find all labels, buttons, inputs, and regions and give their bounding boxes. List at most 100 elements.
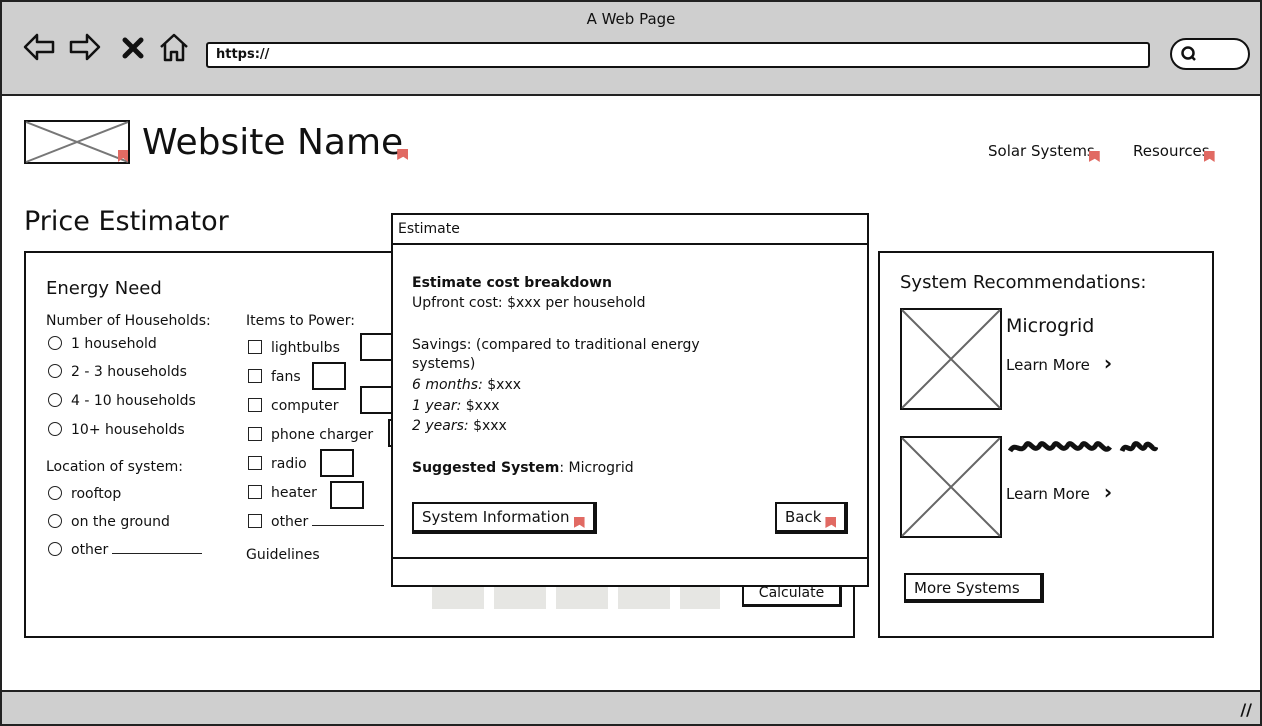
radio-10-plus-households[interactable]: 10+ households [48,422,185,438]
nav-link-text: Resources [1133,142,1210,160]
radio-1-household[interactable]: 1 household [48,336,157,352]
close-x-icon[interactable] [120,32,146,62]
computer-quantity-input[interactable] [360,386,394,414]
checkbox-label: fans [271,369,301,385]
savings-value: $xxx [465,398,500,414]
suggested-label: Suggested System [412,460,560,476]
lightbulbs-quantity-input[interactable] [360,333,394,361]
modal-title: Estimate [393,215,867,245]
resize-grip-icon[interactable]: // [1240,700,1252,719]
checkbox-label: other [271,514,309,530]
radio-4-10-households[interactable]: 4 - 10 households [48,393,196,409]
radio-label: 2 - 3 households [71,364,187,380]
rec-name-microgrid: Microgrid [1006,315,1095,337]
checkbox-square-icon [248,427,262,441]
system-information-button[interactable]: System Information [412,502,597,534]
learn-more-link-2[interactable]: Learn More › [1006,480,1112,504]
modal-footer-divider [393,557,867,559]
checkbox-phone-charger[interactable]: phone charger [248,427,373,443]
savings-line-1: Savings: (compared to traditional energy [412,337,700,353]
button-label: Back [785,508,822,526]
checkbox-label: lightbulbs [271,340,340,356]
back-button[interactable]: Back [775,502,849,534]
link-flag-icon [825,517,837,528]
location-label: Location of system: [46,459,183,475]
suggested-value: : Microgrid [559,460,634,476]
radio-circle-icon [48,486,62,500]
radio-circle-icon [48,542,62,556]
browser-toolbar: A Web Page https:// [2,2,1260,96]
checkbox-square-icon [248,514,262,528]
radio-circle-icon [48,336,62,350]
households-label: Number of Households: [46,313,211,329]
radio-quantity-input[interactable] [320,449,354,477]
more-systems-button[interactable]: More Systems [904,573,1044,603]
checkbox-radio[interactable]: radio [248,456,307,472]
nav-link-solar-systems[interactable]: Solar Systems [988,142,1100,162]
browser-window: A Web Page https:// Website Name Solar S… [0,0,1262,726]
energy-need-title: Energy Need [46,278,162,299]
checkbox-item-other[interactable]: other [248,514,385,530]
chevron-right-icon: › [1103,351,1113,375]
heater-quantity-input[interactable] [330,481,364,509]
savings-value: $xxx [487,377,522,393]
savings-period: 2 years: [412,418,469,434]
savings-period: 6 months: [412,377,483,393]
learn-more-link-1[interactable]: Learn More › [1006,351,1112,375]
link-flag-icon [573,517,585,528]
checkbox-square-icon [248,456,262,470]
checkbox-label: phone charger [271,427,374,443]
search-icon [1181,46,1196,61]
window-title: A Web Page [586,10,676,28]
home-icon[interactable] [158,32,190,62]
site-logo-image [24,120,130,164]
radio-circle-icon [48,364,62,378]
upfront-cost-text: Upfront cost: $xxx per household [412,295,646,311]
radio-circle-icon [48,514,62,528]
nav-link-text: Solar Systems [988,142,1095,160]
recommendations-title: System Recommendations: [900,272,1147,293]
url-input[interactable]: https:// [206,42,1150,68]
checkbox-fans[interactable]: fans [248,369,301,385]
radio-label: 1 household [71,336,157,352]
checkbox-heater[interactable]: heater [248,485,317,501]
microgrid-image [900,308,1002,410]
radio-location-other[interactable]: other [48,542,203,558]
forward-arrow-icon[interactable] [68,32,102,62]
savings-6-months: 6 months: $xxx [412,375,521,395]
radio-label: on the ground [71,514,170,530]
radio-on-the-ground[interactable]: on the ground [48,514,170,530]
savings-period: 1 year: [412,398,462,414]
savings-value: $xxx [473,418,507,434]
search-button[interactable] [1170,38,1250,70]
guidelines-link[interactable]: Guidelines [246,547,320,563]
radio-circle-icon [48,393,62,407]
site-name[interactable]: Website Name [142,122,409,163]
other-item-text-line[interactable] [312,514,385,526]
estimate-modal: Estimate Estimate cost breakdown Upfront… [391,213,869,587]
link-flag-icon [1203,151,1215,162]
learn-more-text: Learn More [1006,485,1090,503]
system-2-image [900,436,1002,538]
checkbox-square-icon [248,369,262,383]
checkbox-label: heater [271,485,317,501]
learn-more-text: Learn More [1006,356,1090,374]
fans-quantity-input[interactable] [312,362,346,390]
browser-status-bar: // [2,690,1260,724]
checkbox-computer[interactable]: computer [248,398,339,414]
radio-rooftop[interactable]: rooftop [48,486,121,502]
nav-link-resources[interactable]: Resources [1133,142,1215,162]
radio-circle-icon [48,422,62,436]
radio-label: rooftop [71,486,122,502]
checkbox-label: computer [271,398,339,414]
radio-2-3-households[interactable]: 2 - 3 households [48,364,187,380]
checkbox-square-icon [248,340,262,354]
system-recommendations-panel: System Recommendations: Microgrid Learn … [878,251,1214,638]
checkbox-lightbulbs[interactable]: lightbulbs [248,340,340,356]
suggested-system-text: Suggested System: Microgrid [412,458,634,478]
other-text-line[interactable] [112,542,203,554]
items-to-power-label: Items to Power: [246,313,355,329]
back-arrow-icon[interactable] [22,32,56,62]
site-name-text: Website Name [142,122,404,163]
radio-label: 4 - 10 households [71,393,196,409]
